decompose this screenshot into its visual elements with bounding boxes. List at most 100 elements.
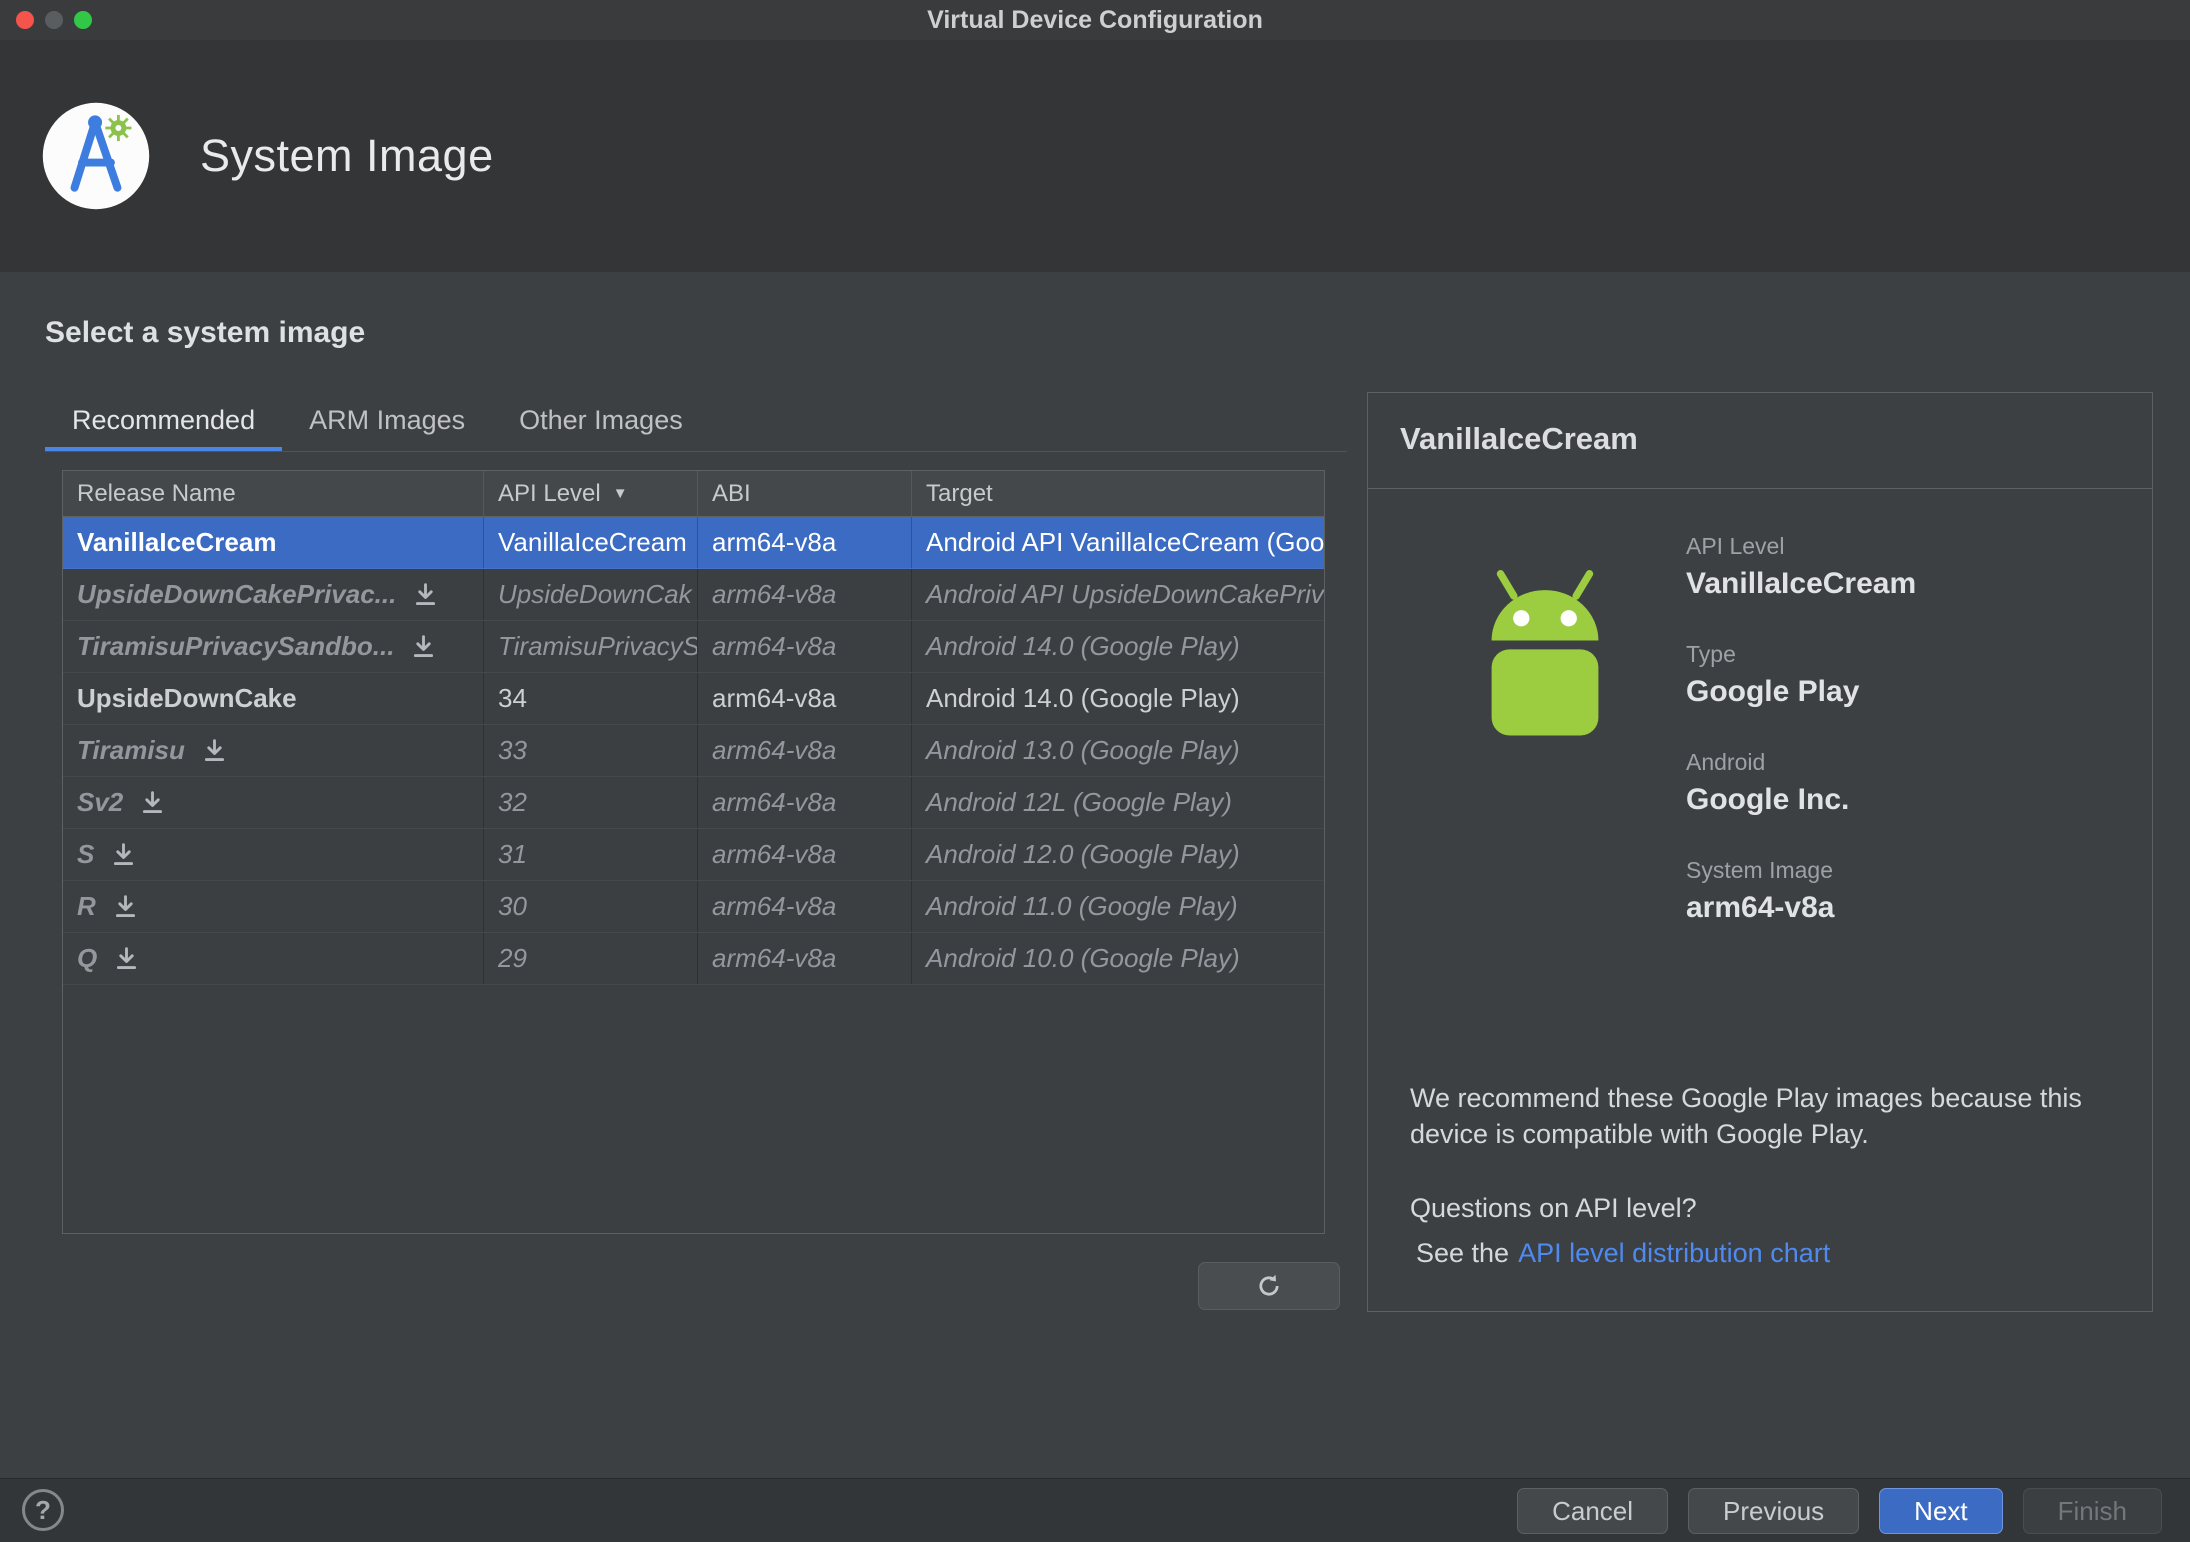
refresh-icon (1259, 1274, 1279, 1296)
detail-field-label: System Image (1686, 857, 1833, 883)
column-header-label: API Level (498, 480, 601, 507)
release-name-cell: S (63, 829, 484, 880)
column-header-api-level[interactable]: API Level ▼ (484, 471, 698, 516)
detail-field-value: Google Play (1686, 675, 1860, 708)
abi-cell: arm64-v8a (698, 673, 912, 724)
api-level-cell: 30 (484, 881, 698, 932)
column-header-label: Release Name (77, 480, 236, 507)
api-level-cell: TiramisuPrivacyS (484, 621, 698, 672)
abi-cell: arm64-v8a (698, 621, 912, 672)
download-icon[interactable] (410, 633, 437, 660)
next-button[interactable]: Next (1879, 1488, 2003, 1534)
abi-cell: arm64-v8a (698, 829, 912, 880)
api-level-cell: 33 (484, 725, 698, 776)
cancel-button[interactable]: Cancel (1517, 1488, 1669, 1534)
see-the-line: See the API level distribution chart (1416, 1238, 1830, 1269)
details-title: VanillaIceCream (1400, 421, 1638, 456)
release-name: S (77, 839, 95, 869)
release-name-cell: UpsideDownCakePrivac... (63, 569, 484, 620)
wizard-header: System Image (0, 40, 2190, 272)
recommendation-text: We recommend these Google Play images be… (1410, 1083, 2082, 1149)
column-header-release-name[interactable]: Release Name (63, 471, 484, 516)
download-icon[interactable] (412, 581, 439, 608)
abi-cell: arm64-v8a (698, 517, 912, 568)
target-cell: Android 12.0 (Google Play) (926, 839, 1240, 869)
abi-cell: arm64-v8a (698, 569, 912, 620)
details-fields: API Level VanillaIceCream Type Google Play A… (1686, 533, 1916, 965)
target-cell: Android 12L (Google Play) (926, 787, 1232, 817)
table-row-r[interactable]: R 30 arm64-v8a Android 11.0 (Google Play) (63, 881, 1324, 933)
footer-buttons: Cancel Previous Next Finish (1517, 1488, 2162, 1534)
column-header-target[interactable]: Target (912, 471, 1324, 516)
table-row-tiramisu[interactable]: Tiramisu 33 arm64-v8a Android 13.0 (Google … (63, 725, 1324, 777)
release-name: UpsideDownCake (77, 683, 297, 713)
column-header-abi[interactable]: ABI (698, 471, 912, 516)
tab-other-images[interactable]: Other Images (492, 392, 710, 451)
finish-button: Finish (2022, 1488, 2162, 1534)
section-title: Select a system image (45, 316, 366, 349)
api-level-cell: VanillaIceCream (484, 517, 698, 568)
target-cell: Android API VanillaIceCream (Goo (926, 527, 1324, 557)
detail-field-value: arm64-v8a (1686, 891, 1835, 924)
download-icon[interactable] (139, 789, 166, 816)
release-name: UpsideDownCakePrivac... (77, 579, 397, 609)
table-row-tiramisuprivacysandbo[interactable]: TiramisuPrivacySandbo... TiramisuPrivacyS… (63, 621, 1324, 673)
download-icon[interactable] (110, 841, 137, 868)
android-robot-icon (1456, 561, 1634, 766)
target-cell: Android 14.0 (Google Play) (926, 631, 1240, 661)
detail-field-value: VanillaIceCream (1686, 567, 1917, 600)
table-row-q[interactable]: Q 29 arm64-v8a Android 10.0 (Google Play) (63, 933, 1324, 985)
detail-field-label: Type (1686, 641, 1736, 667)
release-name: VanillaIceCream (77, 527, 277, 557)
table-row-sv2[interactable]: Sv2 32 arm64-v8a Android 12L (Google Play) (63, 777, 1324, 829)
abi-cell: arm64-v8a (698, 725, 912, 776)
details-panel: VanillaIceCream API Level VanillaIceCream… (1367, 392, 2153, 1312)
target-cell: Android 11.0 (Google Play) (926, 891, 1238, 921)
release-name: Q (77, 943, 98, 973)
api-level-cell: 32 (484, 777, 698, 828)
footer-bar: ? Cancel Previous Next Finish (0, 1478, 2190, 1542)
previous-button[interactable]: Previous (1688, 1488, 1860, 1534)
page-title: System Image (200, 130, 494, 181)
target-cell: Android API UpsideDownCakePriv (926, 579, 1324, 609)
refresh-button[interactable] (1198, 1262, 1340, 1310)
download-icon[interactable] (201, 737, 228, 764)
release-name-cell: Tiramisu (63, 725, 484, 776)
target-cell: Android 10.0 (Google Play) (926, 943, 1240, 973)
release-name-cell: Sv2 (63, 777, 484, 828)
android-studio-logo-icon (40, 100, 152, 212)
detail-field-label: API Level (1686, 533, 1785, 559)
table-row-s[interactable]: S 31 arm64-v8a Android 12.0 (Google Play) (63, 829, 1324, 881)
detail-field-android: Android Google Inc. (1686, 749, 1916, 817)
detail-field-system-image: System Image arm64-v8a (1686, 857, 1916, 925)
detail-field-type: Type Google Play (1686, 641, 1916, 709)
release-name-cell: UpsideDownCake (63, 673, 484, 724)
table-header: Release Name API Level ▼ ABI Target (63, 471, 1324, 517)
api-level-cell: 31 (484, 829, 698, 880)
release-name: TiramisuPrivacySandbo... (77, 631, 395, 661)
column-header-label: Target (926, 480, 993, 507)
download-icon[interactable] (113, 945, 140, 972)
table-row-upsidedowncakeprivac[interactable]: UpsideDownCakePrivac... UpsideDownCak arm6… (63, 569, 1324, 621)
release-name-cell: R (63, 881, 484, 932)
tab-arm-images[interactable]: ARM Images (282, 392, 492, 451)
api-level-cell: 34 (484, 673, 698, 724)
download-icon[interactable] (112, 893, 139, 920)
virtual-device-configuration-window: { "window": { "title": "Virtual Device C… (0, 0, 2190, 1542)
table-row-upsidedowncake[interactable]: UpsideDownCake 34 arm64-v8a Android 14.0 (G… (63, 673, 1324, 725)
table-row-vanillaicecream[interactable]: VanillaIceCream VanillaIceCream arm64-v8a A… (63, 517, 1324, 569)
release-name-cell: TiramisuPrivacySandbo... (63, 621, 484, 672)
titlebar: Virtual Device Configuration (0, 0, 2190, 40)
gear-icon (105, 114, 132, 142)
table-body: VanillaIceCream VanillaIceCream arm64-v8a A… (63, 517, 1324, 985)
abi-cell: arm64-v8a (698, 933, 912, 984)
system-image-table: Release Name API Level ▼ ABI Target VanillaI… (62, 470, 1325, 1234)
detail-field-value: Google Inc. (1686, 783, 1850, 816)
tabs: Recommended ARM Images Other Images (45, 392, 1347, 452)
help-button[interactable]: ? (22, 1489, 64, 1531)
column-header-label: ABI (712, 480, 751, 507)
tab-recommended[interactable]: Recommended (45, 392, 282, 451)
api-level-distribution-chart-link[interactable]: API level distribution chart (1518, 1238, 1830, 1268)
api-level-question: Questions on API level? (1410, 1193, 1697, 1223)
api-level-cell: UpsideDownCak (484, 569, 698, 620)
